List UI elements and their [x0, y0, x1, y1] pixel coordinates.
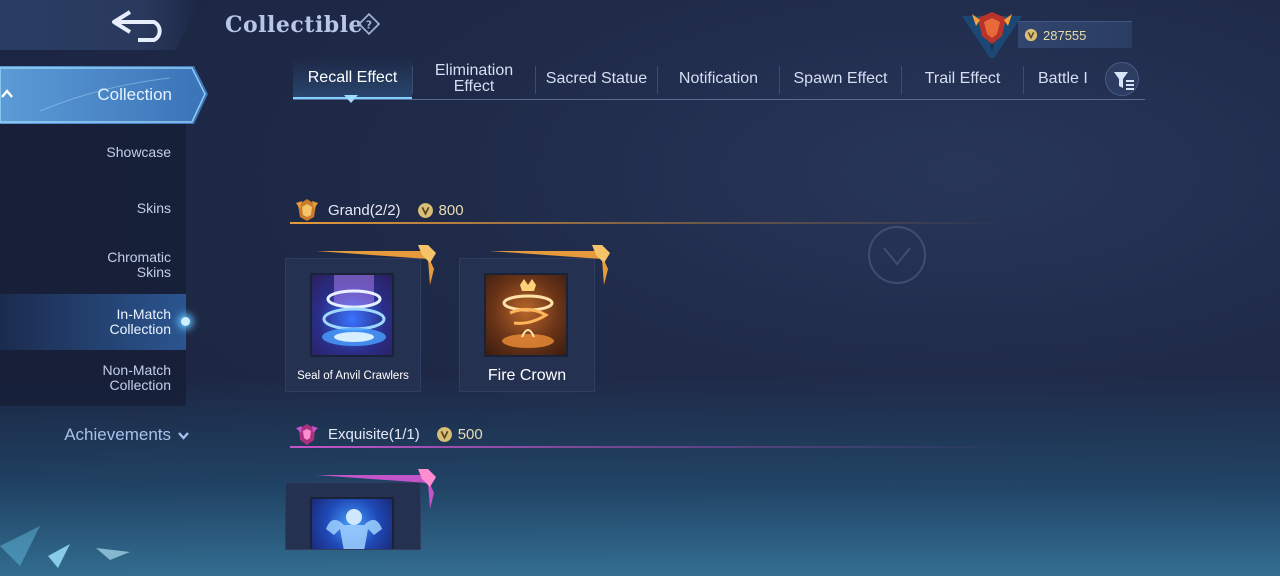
sidebar-item-label: Showcase: [106, 143, 171, 160]
tab-battle[interactable]: Battle I: [1024, 58, 1098, 99]
item-name: Fire Crown: [487, 367, 567, 384]
background-glow: [0, 376, 1280, 576]
item-thumbnail: [484, 273, 568, 357]
sidebar-item-label: In-Match Collection: [109, 306, 171, 337]
exquisite-tier-icon: [296, 424, 318, 445]
points-value: 500: [457, 425, 483, 443]
sidebar-item-chromatic-skins[interactable]: Chromatic Skins: [0, 237, 186, 293]
item-thumbnail: [310, 497, 394, 549]
chevron-up-icon: [1, 89, 13, 98]
currency-display: 287555: [1018, 21, 1132, 48]
filter-icon: [1114, 72, 1134, 90]
chevron-down-icon: [178, 431, 189, 440]
help-icon[interactable]: ?: [357, 12, 381, 36]
tab-label: Spawn Effect: [793, 69, 888, 87]
collectible-card-seal-of-anvil-crawlers[interactable]: Seal of Anvil Crawlers: [285, 245, 436, 392]
rank-emblem-icon: [962, 12, 1022, 58]
sidebar-item-label: Non-Match Collection: [102, 362, 171, 393]
item-thumbnail: [310, 273, 394, 357]
svg-text:?: ?: [366, 19, 372, 32]
collection-submenu: Showcase Skins Chromatic Skins In-Match …: [0, 124, 190, 406]
collectible-card-fire-crown[interactable]: Fire Crown: [459, 245, 610, 392]
filter-button[interactable]: [1105, 62, 1139, 96]
section-grand-header: Grand(2/2) 800: [290, 196, 1150, 224]
coin-icon: [417, 202, 433, 218]
sidebar-item-label: Skins: [136, 199, 171, 216]
tab-label: Battle I: [1038, 69, 1088, 87]
active-tab-caret-icon: [344, 95, 358, 103]
collectible-card-exquisite-item[interactable]: [285, 469, 436, 550]
section-exquisite-header: Exquisite(1/1) 500: [290, 420, 1150, 448]
tab-sacred-statue[interactable]: Sacred Statue: [536, 58, 657, 99]
tab-label: Notification: [678, 69, 759, 87]
sidebar-item-non-match-collection[interactable]: Non-Match Collection: [0, 350, 186, 406]
section-exquisite-label: Exquisite(1/1): [328, 425, 420, 443]
tab-trail-effect[interactable]: Trail Effect: [902, 58, 1023, 99]
sidebar-collection-button[interactable]: Collection: [0, 66, 210, 124]
page-title: Collectible: [225, 12, 364, 38]
watermark-icon: [868, 226, 926, 284]
category-tab-bar: Recall Effect Elimination Effect Sacred …: [293, 58, 1145, 100]
coin-icon: [1024, 28, 1038, 42]
tab-notification[interactable]: Notification: [658, 58, 779, 99]
tab-elimination-effect[interactable]: Elimination Effect: [413, 58, 535, 99]
item-name: Seal of Anvil Crawlers: [297, 370, 409, 382]
currency-value: 287555: [1043, 27, 1087, 43]
back-arrow-icon: [112, 10, 162, 42]
decorative-shards: [0, 526, 130, 568]
fire-crown-art-icon: [502, 279, 554, 348]
tab-label: Trail Effect: [924, 69, 1001, 87]
section-grand-label: Grand(2/2): [328, 201, 401, 219]
sidebar-achievements-button[interactable]: Achievements: [0, 418, 200, 452]
muscle-statue-art-icon: [326, 509, 382, 549]
back-button[interactable]: [0, 0, 200, 50]
tab-recall-effect[interactable]: Recall Effect: [293, 58, 412, 99]
section-underline: [290, 446, 1010, 448]
anvil-seal-art-icon: [322, 275, 386, 346]
sidebar-item-in-match-collection[interactable]: In-Match Collection: [0, 294, 190, 350]
section-grand-points: 800: [417, 202, 464, 219]
tab-label: Sacred Statue: [545, 69, 648, 87]
coin-icon: [436, 426, 452, 442]
tab-label: Elimination Effect: [434, 61, 514, 95]
active-indicator: [181, 317, 190, 326]
section-exquisite-points: 500: [436, 426, 483, 443]
sidebar-item-showcase[interactable]: Showcase: [0, 124, 186, 180]
points-value: 800: [438, 201, 464, 219]
grand-tier-icon: [296, 199, 318, 221]
sidebar-item-label: Chromatic Skins: [107, 249, 171, 280]
sidebar-item-skins[interactable]: Skins: [0, 180, 186, 236]
tab-spawn-effect[interactable]: Spawn Effect: [780, 58, 901, 99]
collection-label: Collection: [97, 85, 172, 104]
tab-label: Recall Effect: [307, 68, 398, 86]
achievements-label: Achievements: [64, 425, 171, 444]
section-underline: [290, 222, 1010, 224]
